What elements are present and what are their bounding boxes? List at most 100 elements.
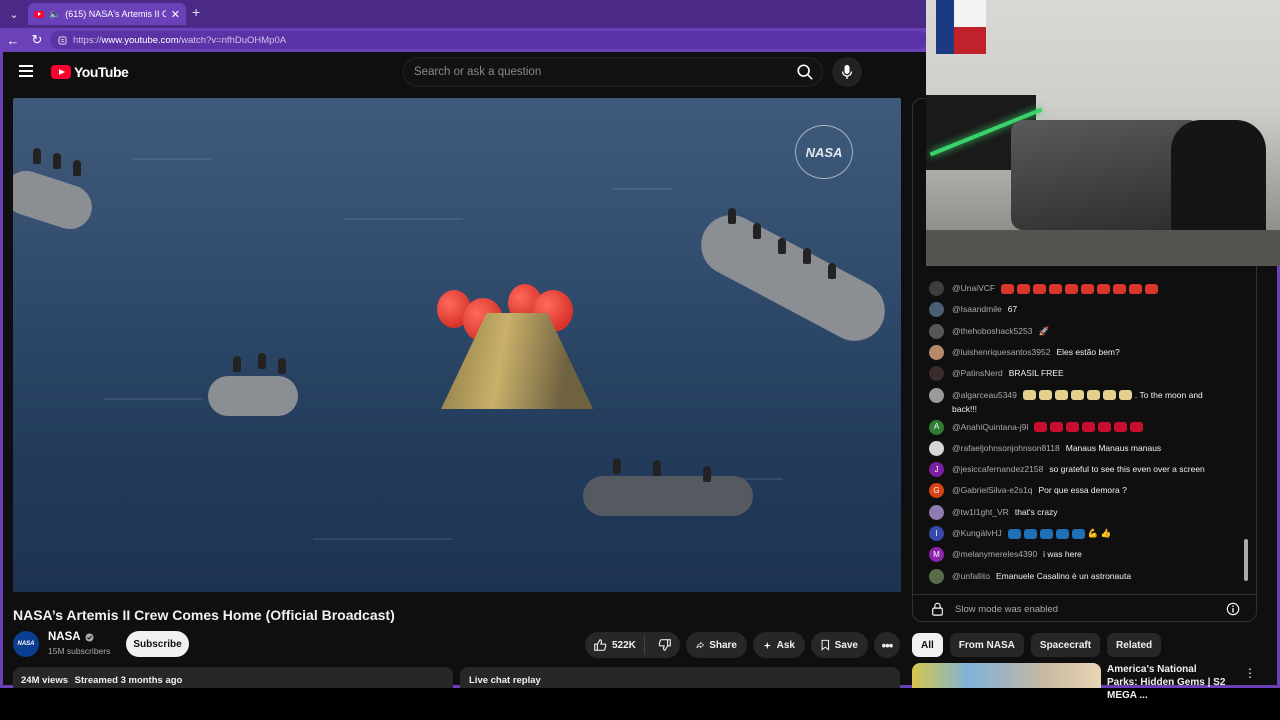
chat-message[interactable]: @tw1l1ght_VR that's crazy <box>929 504 1229 520</box>
more-actions-button[interactable]: ••• <box>874 632 900 658</box>
search-placeholder: Search or ask a question <box>414 66 542 78</box>
chat-message[interactable]: M @melanymereles4390 i was here <box>929 547 1229 563</box>
chat-scrollbar[interactable] <box>1244 539 1248 581</box>
save-button[interactable]: Save <box>811 632 868 658</box>
chat-message[interactable]: @rafaeljohnsonjohnson8118 Manaus Manaus m… <box>929 440 1229 456</box>
chat-avatar[interactable]: I <box>929 526 944 541</box>
chat-message[interactable]: @UnaiVCF <box>929 281 1229 296</box>
back-icon[interactable]: ← <box>4 31 22 49</box>
youtube-logo[interactable]: YouTube <box>51 64 129 80</box>
chat-text: BRASIL FREE <box>1008 368 1064 379</box>
chip-related[interactable]: Related <box>1107 633 1162 657</box>
wave <box>343 218 463 220</box>
chat-message[interactable]: J @jesiccafernandez2158 so grateful to see… <box>929 462 1229 478</box>
chat-message[interactable]: @PatinsNerd BRASIL FREE <box>929 366 1229 382</box>
reload-icon[interactable]: ↻ <box>28 31 46 49</box>
chat-message[interactable]: @Isaandmile 67 <box>929 302 1229 318</box>
dislike-button[interactable] <box>650 638 672 652</box>
recommended-video-title[interactable]: America's National Parks: Hidden Gems | … <box>1107 663 1227 702</box>
chat-message[interactable]: A @AnahiQuintana-j9l <box>929 419 1229 435</box>
chip-all[interactable]: All <box>912 633 943 657</box>
chat-author[interactable]: @AnahiQuintana-j9l <box>952 422 1028 432</box>
view-count: 24M views <box>21 675 68 686</box>
chip-spacecraft[interactable]: Spacecraft <box>1030 633 1101 657</box>
tab-list-dropdown-icon[interactable]: ⌄ <box>4 4 24 24</box>
search-button[interactable] <box>790 58 820 86</box>
chat-avatar[interactable] <box>929 323 944 339</box>
bookmark-icon <box>821 639 830 651</box>
subscriber-count: 15M subscribers <box>48 646 111 656</box>
menu-icon[interactable] <box>19 65 33 77</box>
chat-message[interactable]: G @GabrielSilva-e2s1q Por que essa demora … <box>929 483 1229 499</box>
emoji-icon <box>1065 283 1079 294</box>
chat-text: 💪 👍 <box>1087 528 1112 538</box>
chat-message-body: @melanymereles4390 i was here <box>952 547 1082 562</box>
chat-avatar[interactable]: A <box>929 419 944 435</box>
chat-avatar[interactable] <box>929 344 944 360</box>
chat-message[interactable]: @luishenriquesantos3952 Eles estão bem? <box>929 344 1229 360</box>
chat-author[interactable]: @algarceau5349 <box>952 390 1017 400</box>
channel-avatar[interactable]: NASA <box>13 631 39 657</box>
youtube-favicon-icon <box>34 10 44 18</box>
close-tab-icon[interactable]: ✕ <box>171 8 180 21</box>
chat-author[interactable]: @jesiccafernandez2158 <box>952 464 1043 474</box>
chat-avatar[interactable]: M <box>929 547 944 563</box>
subscribe-button[interactable]: Subscribe <box>126 631 189 657</box>
chat-avatar[interactable] <box>929 302 944 318</box>
new-tab-icon[interactable]: + <box>192 4 200 20</box>
chat-author[interactable]: @rafaeljohnsonjohnson8118 <box>952 443 1060 453</box>
thumbs-up-icon <box>594 639 607 651</box>
like-button[interactable]: 522K <box>585 636 645 654</box>
search-icon <box>797 64 813 80</box>
chat-avatar[interactable] <box>929 440 944 456</box>
voice-search-button[interactable] <box>832 57 862 87</box>
url-field[interactable]: https://www.youtube.com/watch?v=nfhDuOHM… <box>50 31 928 49</box>
chat-avatar[interactable] <box>929 281 944 296</box>
video-title: NASA’s Artemis II Crew Comes Home (Offic… <box>13 607 395 623</box>
chip-from-nasa[interactable]: From NASA <box>949 633 1024 657</box>
chat-author[interactable]: @luishenriquesantos3952 <box>952 347 1050 357</box>
emoji-icon <box>1066 422 1080 433</box>
crew-figure <box>278 358 286 374</box>
share-button[interactable]: Share <box>686 632 747 658</box>
chat-avatar[interactable] <box>929 504 944 520</box>
chat-avatar[interactable]: G <box>929 483 944 499</box>
chat-text: Por que essa demora ? <box>1038 485 1127 496</box>
channel-name[interactable]: NASA <box>48 631 94 643</box>
site-info-icon[interactable] <box>58 35 67 45</box>
chat-avatar[interactable] <box>929 387 944 403</box>
more-vert-icon[interactable]: ⋮ <box>1244 666 1256 680</box>
chat-message[interactable]: @unfallito Emanuele Casalino è un astrona… <box>929 568 1229 584</box>
wave <box>133 158 213 160</box>
chat-avatar[interactable]: J <box>929 462 944 478</box>
chat-author[interactable]: @thehoboshack5253 <box>952 326 1032 336</box>
info-icon[interactable] <box>1226 602 1240 616</box>
live-chat-replay-bar[interactable]: Live chat replay <box>460 667 900 688</box>
chat-author[interactable]: @PatinsNerd <box>952 368 1003 378</box>
chat-author[interactable]: @melanymereles4390 <box>952 549 1037 559</box>
browser-tab[interactable]: 🔈 (615) NASA's Artemis II Crew ✕ <box>28 3 186 25</box>
chat-avatar[interactable] <box>929 568 944 584</box>
chat-message[interactable]: @thehoboshack5253 🚀 <box>929 323 1229 339</box>
chat-avatar[interactable] <box>929 366 944 382</box>
emoji-icon <box>1129 283 1143 294</box>
ask-button[interactable]: Ask <box>753 632 805 658</box>
video-player[interactable]: NASA <box>13 98 901 592</box>
chat-author[interactable]: @UnaiVCF <box>952 283 995 293</box>
crew-figure <box>33 148 41 164</box>
chat-author[interactable]: @KungälvHJ <box>952 528 1002 538</box>
recommended-video-thumbnail[interactable] <box>912 663 1101 688</box>
chat-author[interactable]: @unfallito <box>952 571 990 581</box>
chat-author[interactable]: @GabrielSilva-e2s1q <box>952 485 1032 495</box>
youtube-play-icon <box>51 65 71 79</box>
chat-message-body: @luishenriquesantos3952 Eles estão bem? <box>952 345 1120 360</box>
speaker-icon[interactable]: 🔈 <box>49 9 60 20</box>
search-input[interactable]: Search or ask a question <box>403 57 823 87</box>
chat-author[interactable]: @tw1l1ght_VR <box>952 507 1009 517</box>
channel-name-text: NASA <box>48 631 81 643</box>
chat-message[interactable]: I @KungälvHJ 💪 👍 <box>929 526 1229 541</box>
chat-message[interactable]: @algarceau5349. To the moon and back!!! <box>929 387 1229 416</box>
chat-message-body: @AnahiQuintana-j9l <box>952 420 1146 435</box>
chat-author[interactable]: @Isaandmile <box>952 304 1002 314</box>
description-box[interactable]: 24M views Streamed 3 months ago <box>13 667 453 688</box>
